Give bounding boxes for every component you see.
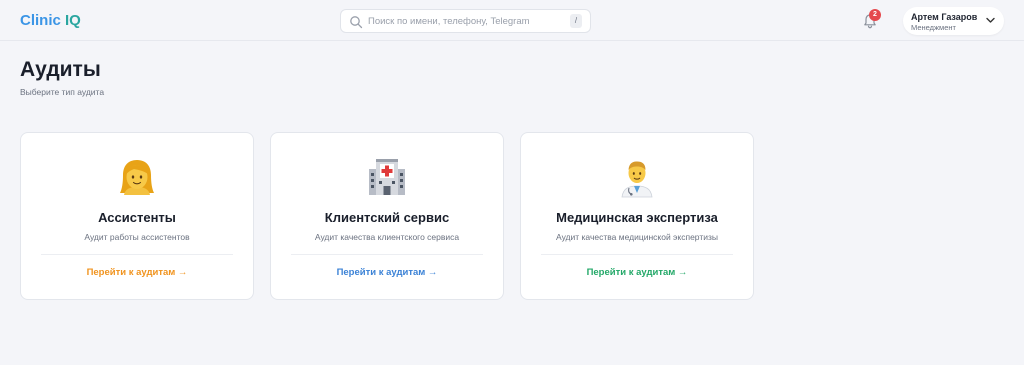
card-divider [541,254,733,255]
notifications-badge: 2 [869,9,881,21]
card-description: Аудит качества медицинской экспертизы [556,232,718,242]
card-description: Аудит качества клиентского сервиса [314,232,460,242]
app-logo[interactable]: Clinic IQ [20,12,81,29]
user-name: Артем Газаров [911,12,978,22]
chevron-down-icon [986,17,995,23]
card-divider [291,254,483,255]
page-title: Аудиты [20,58,101,81]
go-to-audits-link[interactable]: Перейти к аудитам → [21,267,253,278]
audit-card-medical-expertise[interactable]: Медицинская экспертиза Аудит качества ме… [520,132,754,300]
logo-text-iq: IQ [60,12,81,29]
notifications-button[interactable]: 2 [862,9,881,30]
go-to-audits-link[interactable]: Перейти к аудитам → [521,267,753,278]
search-shortcut-hint: / [570,14,582,28]
audit-card-client-service[interactable]: Клиентский сервис Аудит качества клиентс… [270,132,504,300]
hospital-emoji-icon [369,159,405,195]
logo-text-clinic: Clinic [20,12,61,29]
card-title: Клиентский сервис [324,210,450,225]
doctor-emoji-icon [621,161,653,198]
card-emoji [271,155,503,199]
search-box: / [340,9,591,33]
go-to-audits-link[interactable]: Перейти к аудитам → [271,267,503,278]
search-icon [350,16,363,29]
top-header: Clinic IQ / 2 Артем Газаров Менеджмент [0,0,1024,41]
card-description: Аудит работы ассистентов [84,232,190,242]
card-divider [41,254,233,255]
search-input[interactable] [368,13,558,30]
page-subtitle: Выберите тип аудита [20,87,105,97]
woman-emoji-icon [120,160,154,195]
card-emoji [521,155,753,199]
user-menu[interactable]: Артем Газаров Менеджмент [903,7,1004,35]
user-role: Менеджмент [911,23,956,32]
card-title: Медицинская экспертиза [556,210,718,225]
card-title: Ассистенты [98,210,176,225]
card-emoji [21,155,253,199]
audit-card-assistants[interactable]: Ассистенты Аудит работы ассистентов Пере… [20,132,254,300]
